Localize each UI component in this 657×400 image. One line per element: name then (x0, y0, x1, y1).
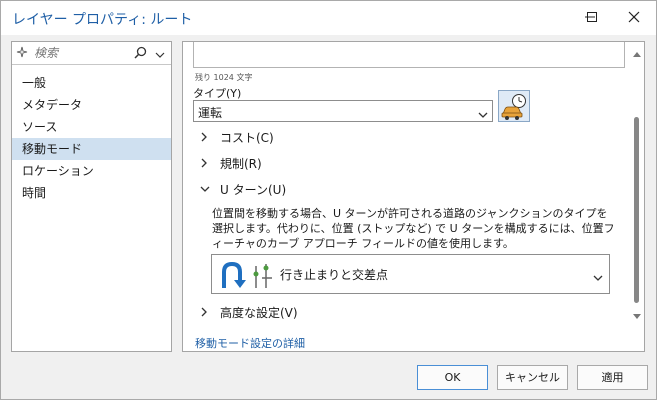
uturn-description: 位置間を移動する場合、U ターンが許可される道路のジャンクションのタイプを選択し… (212, 207, 615, 250)
section-uturn[interactable]: U ターン(U) (200, 179, 286, 199)
sidebar-item-general[interactable]: 一般 (12, 72, 171, 94)
sidebar-item-location[interactable]: ロケーション (12, 160, 171, 182)
title-bar: レイヤー プロパティ: ルート (1, 1, 656, 35)
uturn-dropdown[interactable]: 行き止まりと交差点 (211, 254, 610, 294)
ok-button[interactable]: OK (417, 365, 488, 390)
type-dropdown[interactable]: 運転 (193, 100, 493, 122)
sidebar: 一般 メタデータ ソース 移動モード ロケーション 時間 (11, 41, 172, 352)
description-textbox[interactable] (193, 42, 625, 68)
travel-mode-car-clock-icon[interactable] (498, 90, 530, 122)
chevron-right-icon (200, 307, 212, 317)
section-uturn-label: U ターン(U) (220, 182, 287, 197)
dialog-window: レイヤー プロパティ: ルート 一般 メタデータ ソース (0, 0, 657, 400)
search-input[interactable] (34, 44, 134, 62)
scroll-thumb[interactable] (634, 117, 639, 303)
sidebar-item-time[interactable]: 時間 (12, 182, 171, 204)
maximize-icon (587, 12, 597, 22)
uturn-icon (220, 260, 278, 293)
section-advanced-label: 高度な設定(V) (220, 305, 298, 320)
type-label: タイプ(Y) (193, 87, 242, 100)
apply-button[interactable]: 適用 (577, 365, 648, 390)
chevron-down-icon (593, 271, 603, 285)
search-box (12, 42, 171, 65)
sidebar-item-metadata[interactable]: メタデータ (12, 94, 171, 116)
section-restrictions-label: 規制(R) (220, 156, 262, 171)
section-restrictions[interactable]: 規制(R) (200, 153, 262, 173)
maximize-button[interactable] (570, 1, 614, 33)
chevron-right-icon (200, 132, 212, 142)
section-advanced[interactable]: 高度な設定(V) (200, 302, 298, 322)
uturn-value: 行き止まりと交差点 (280, 268, 389, 282)
remaining-characters: 残り 1024 文字 (195, 73, 253, 82)
type-value: 運転 (198, 106, 223, 120)
chevron-down-icon (200, 185, 212, 193)
chevron-down-icon (478, 108, 488, 122)
sidebar-nav: 一般 メタデータ ソース 移動モード ロケーション 時間 (12, 72, 171, 204)
content-panel: 残り 1024 文字 タイプ(Y) 運転 コスト(C) 規制(R) U ターン(… (182, 41, 645, 352)
close-icon (628, 11, 640, 23)
content-scrollbar[interactable] (629, 42, 644, 351)
scroll-up-icon[interactable] (633, 46, 641, 60)
travel-mode-details-link[interactable]: 移動モード設定の詳細 (195, 335, 305, 351)
window-title: レイヤー プロパティ: ルート (12, 12, 193, 28)
sidebar-item-travel-mode[interactable]: 移動モード (12, 138, 171, 160)
section-cost[interactable]: コスト(C) (200, 127, 274, 147)
chevron-down-icon[interactable] (155, 48, 165, 62)
section-cost-label: コスト(C) (220, 130, 274, 145)
cancel-button[interactable]: キャンセル (497, 365, 568, 390)
close-button[interactable] (612, 1, 656, 33)
sparkle-icon (16, 46, 28, 61)
chevron-right-icon (200, 158, 212, 168)
search-icon[interactable] (134, 46, 147, 62)
scroll-down-icon[interactable] (633, 309, 641, 323)
sidebar-item-source[interactable]: ソース (12, 116, 171, 138)
